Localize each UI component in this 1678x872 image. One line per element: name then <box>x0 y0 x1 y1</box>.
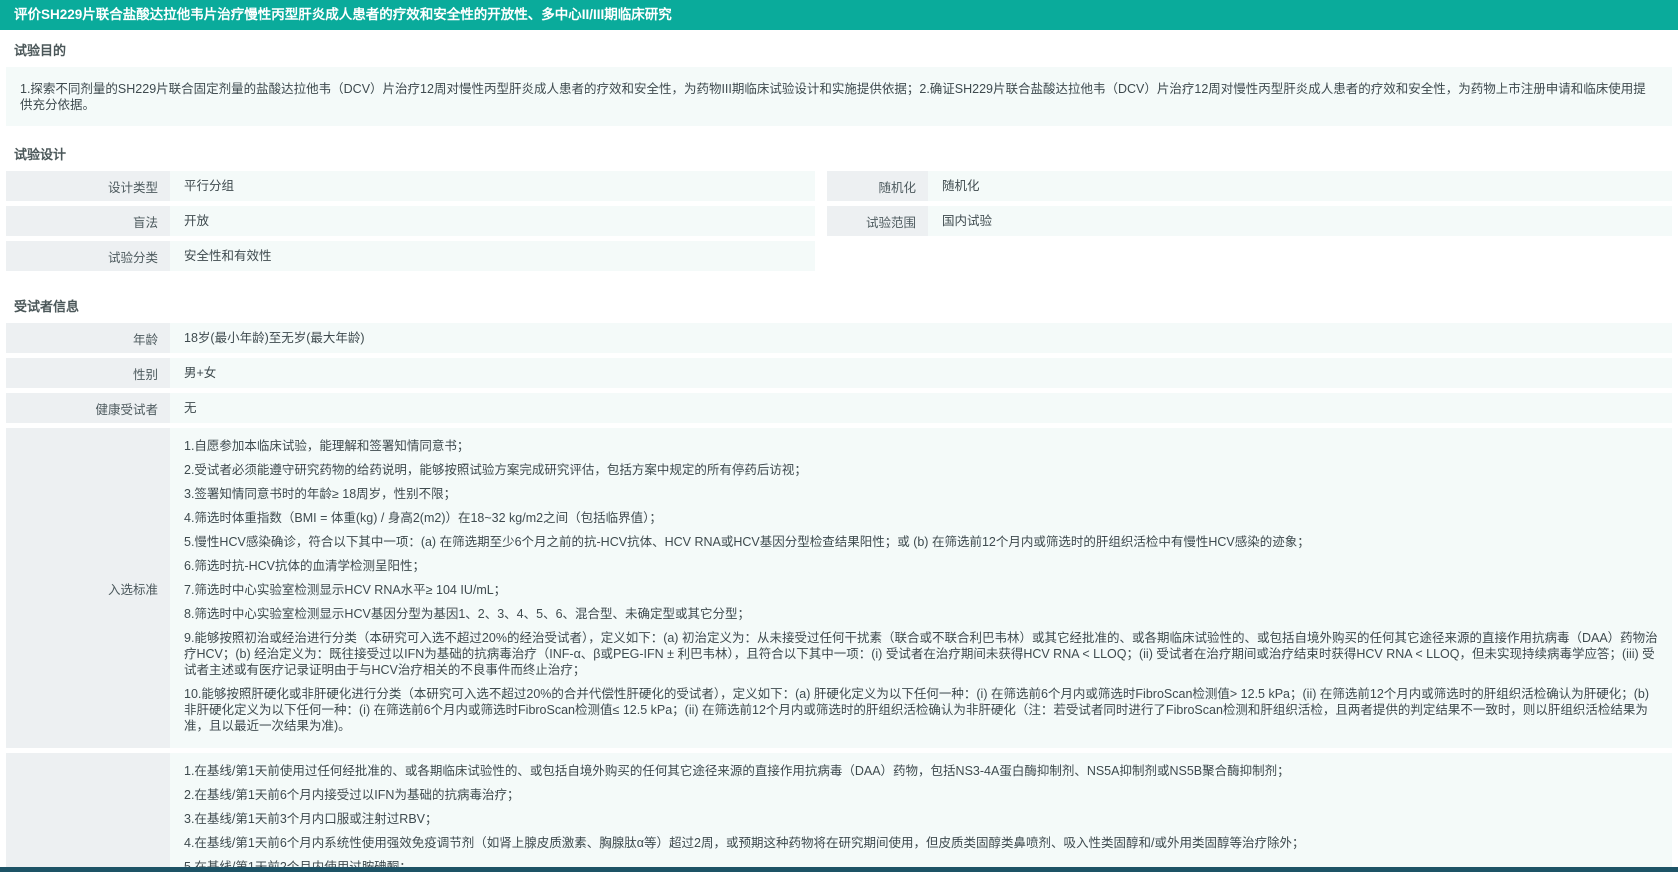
page-content: 试验目的 1.探索不同剂量的SH229片联合固定剂量的盐酸达拉他韦（DCV）片治… <box>0 40 1678 872</box>
healthy-subjects-label: 健康受试者 <box>6 393 170 423</box>
trial-classification-value: 安全性和有效性 <box>170 241 815 271</box>
inclusion-criteria-row: 入选标准 1.自愿参加本临床试验，能理解和签署知情同意书； 2.受试者必须能遵守… <box>6 428 1672 748</box>
design-table: 设计类型 平行分组 盲法 开放 试验分类 安全性和有效性 随机化 随机化 试验范… <box>6 171 1672 276</box>
age-value: 18岁(最小年龄)至无岁(最大年龄) <box>170 323 1672 353</box>
inclusion-item: 5.慢性HCV感染确诊，符合以下其中一项：(a) 在筛选期至少6个月之前的抗-H… <box>184 535 1310 549</box>
age-label: 年龄 <box>6 323 170 353</box>
trial-classification-label: 试验分类 <box>6 241 170 271</box>
trial-scope-value: 国内试验 <box>928 206 1672 236</box>
trial-scope-label: 试验范围 <box>827 206 928 236</box>
exclusion-item: 1.在基线/第1天前使用过任何经批准的、或各期临床试验性的、或包括自境外购买的任… <box>184 764 1290 778</box>
design-table-left: 设计类型 平行分组 盲法 开放 试验分类 安全性和有效性 <box>6 171 815 276</box>
exclusion-item: 4.在基线/第1天前6个月内系统性使用强效免疫调节剂（如肾上腺皮质激素、胸腺肽α… <box>184 836 1305 850</box>
exclusion-item: 2.在基线/第1天前6个月内接受过以IFN为基础的抗病毒治疗； <box>184 788 520 802</box>
inclusion-item: 8.筛选时中心实验室检测显示HCV基因分型为基因1、2、3、4、5、6、混合型、… <box>184 607 751 621</box>
gender-value: 男+女 <box>170 358 1672 388</box>
randomization-label: 随机化 <box>827 171 928 201</box>
exclusion-criteria-row: 1.在基线/第1天前使用过任何经批准的、或各期临床试验性的、或包括自境外购买的任… <box>6 753 1672 872</box>
table-row: 随机化 随机化 <box>827 171 1672 201</box>
inclusion-item: 3.签署知情同意书时的年龄≥ 18周岁，性别不限； <box>184 487 457 501</box>
table-row: 健康受试者 无 <box>6 393 1672 423</box>
table-row: 年龄 18岁(最小年龄)至无岁(最大年龄) <box>6 323 1672 353</box>
randomization-value: 随机化 <box>928 171 1672 201</box>
exclusion-criteria-list: 1.在基线/第1天前使用过任何经批准的、或各期临床试验性的、或包括自境外购买的任… <box>170 753 1672 872</box>
section-heading-purpose: 试验目的 <box>14 43 67 58</box>
inclusion-criteria-label: 入选标准 <box>6 428 170 748</box>
page-title: 评价SH229片联合盐酸达拉他韦片治疗慢性丙型肝炎成人患者的疗效和安全性的开放性… <box>14 7 672 22</box>
inclusion-item: 10.能够按照肝硬化或非肝硬化进行分类（本研究可入选不超过20%的合并代偿性肝硬… <box>184 687 1650 733</box>
purpose-text: 1.探索不同剂量的SH229片联合固定剂量的盐酸达拉他韦（DCV）片治疗12周对… <box>6 67 1672 126</box>
section-heading-design: 试验设计 <box>14 147 67 162</box>
section-heading-subjects: 受试者信息 <box>14 299 80 314</box>
gender-label: 性别 <box>6 358 170 388</box>
exclusion-criteria-label <box>6 753 170 872</box>
table-row: 设计类型 平行分组 <box>6 171 815 201</box>
title-bar: 评价SH229片联合盐酸达拉他韦片治疗慢性丙型肝炎成人患者的疗效和安全性的开放性… <box>0 0 1678 30</box>
table-row: 试验分类 安全性和有效性 <box>6 241 815 271</box>
blinding-value: 开放 <box>170 206 815 236</box>
inclusion-criteria-list: 1.自愿参加本临床试验，能理解和签署知情同意书； 2.受试者必须能遵守研究药物的… <box>170 428 1672 748</box>
inclusion-item: 2.受试者必须能遵守研究药物的给药说明，能够按照试验方案完成研究评估，包括方案中… <box>184 463 807 477</box>
bottom-window-edge <box>0 867 1678 872</box>
trial-detail-page: 评价SH229片联合盐酸达拉他韦片治疗慢性丙型肝炎成人患者的疗效和安全性的开放性… <box>0 0 1678 872</box>
inclusion-item: 6.筛选时抗-HCV抗体的血清学检测呈阳性； <box>184 559 425 573</box>
inclusion-item: 4.筛选时体重指数（BMI = 体重(kg) / 身高2(m2)）在18~32 … <box>184 511 662 525</box>
exclusion-item: 3.在基线/第1天前3个月内口服或注射过RBV； <box>184 812 438 826</box>
inclusion-item: 1.自愿参加本临床试验，能理解和签署知情同意书； <box>184 439 470 453</box>
design-type-label: 设计类型 <box>6 171 170 201</box>
table-row: 盲法 开放 <box>6 206 815 236</box>
design-table-right: 随机化 随机化 试验范围 国内试验 <box>827 171 1672 276</box>
design-type-value: 平行分组 <box>170 171 815 201</box>
inclusion-item: 7.筛选时中心实验室检测显示HCV RNA水平≥ 104 IU/mL； <box>184 583 507 597</box>
blinding-label: 盲法 <box>6 206 170 236</box>
healthy-subjects-value: 无 <box>170 393 1672 423</box>
table-row: 试验范围 国内试验 <box>827 206 1672 236</box>
purpose-panel: 1.探索不同剂量的SH229片联合固定剂量的盐酸达拉他韦（DCV）片治疗12周对… <box>6 67 1672 126</box>
table-row: 性别 男+女 <box>6 358 1672 388</box>
inclusion-item: 9.能够按照初治或经治进行分类（本研究可入选不超过20%的经治受试者），定义如下… <box>184 631 1658 677</box>
